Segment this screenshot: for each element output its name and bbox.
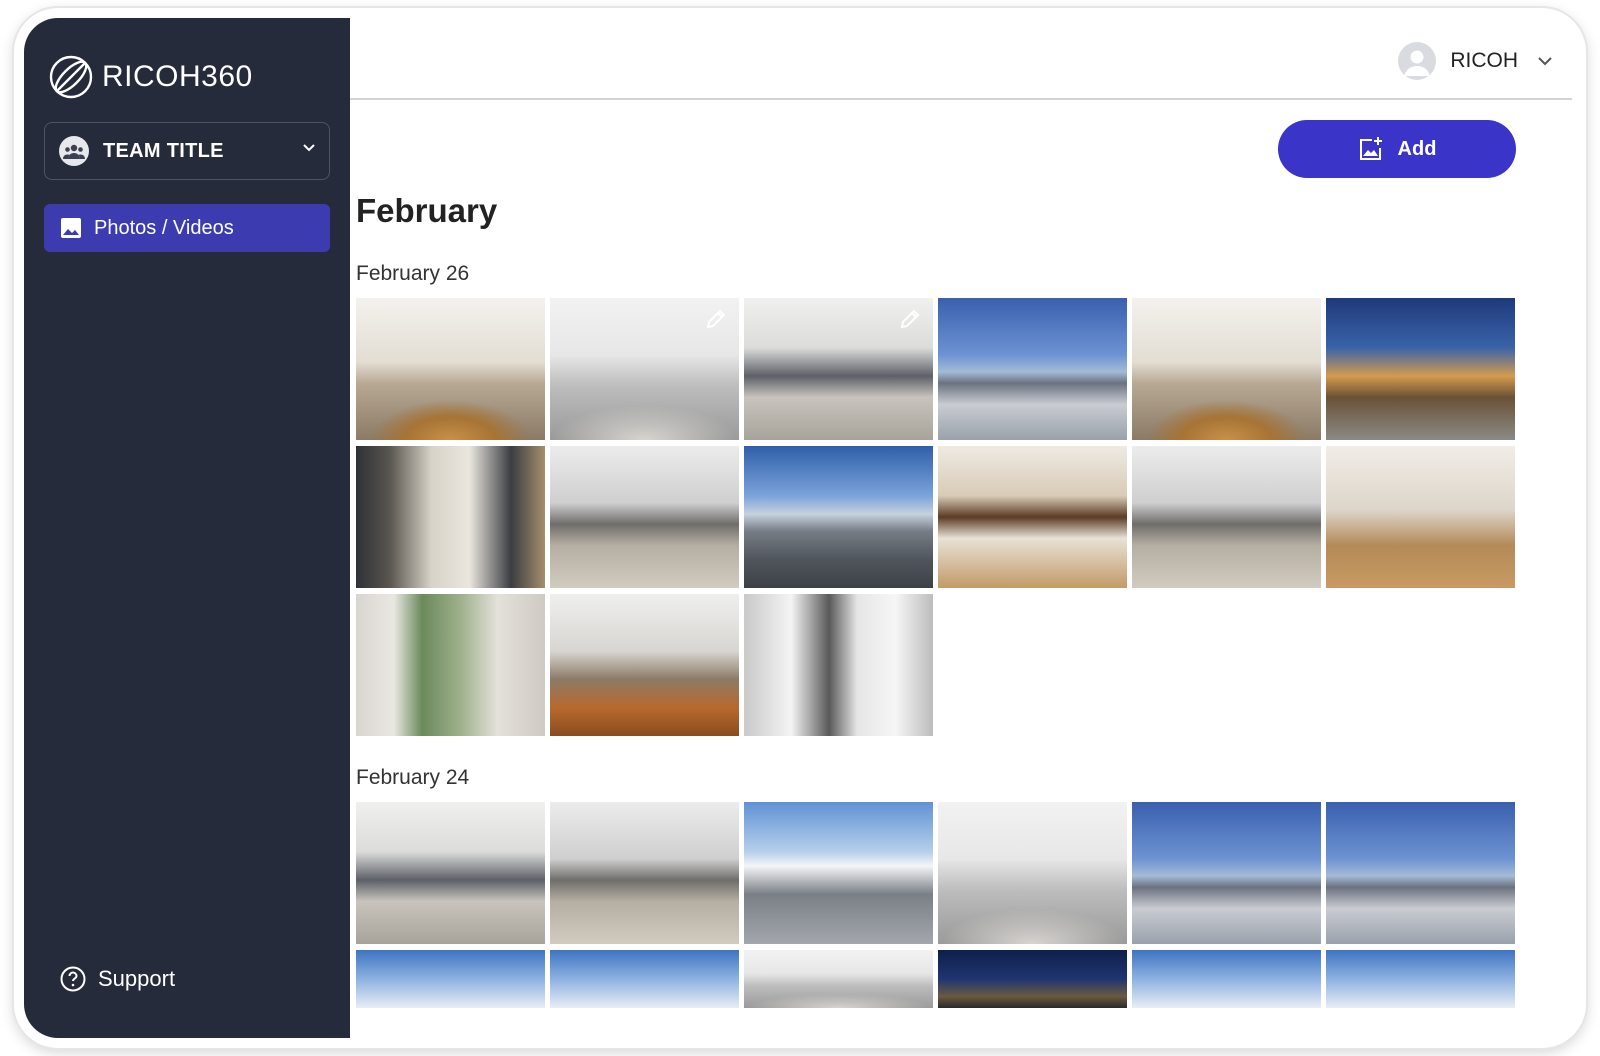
photo-thumbnail[interactable] (1326, 298, 1515, 440)
photo-thumbnail[interactable] (1132, 298, 1321, 440)
photo-thumbnail[interactable] (550, 802, 739, 944)
team-icon (59, 136, 89, 166)
user-name: RICOH (1450, 49, 1518, 72)
photo-thumbnail[interactable] (356, 298, 545, 440)
app-logo[interactable]: RICOH360 (48, 54, 253, 100)
photo-thumbnail[interactable] (550, 298, 739, 440)
pencil-icon[interactable] (705, 308, 727, 330)
team-selector[interactable]: TEAM TITLE (44, 122, 330, 180)
photo-thumbnail[interactable] (1132, 446, 1321, 588)
add-button[interactable]: Add (1278, 120, 1516, 178)
date-group-label: February 26 (356, 262, 470, 285)
add-label: Add (1397, 137, 1437, 160)
photo-thumbnail[interactable] (1326, 802, 1515, 944)
sidebar: RICOH360 TEAM TITLE Photos / Videos Supp… (24, 18, 350, 1038)
app-window: RICOH360 TEAM TITLE Photos / Videos Supp… (14, 8, 1586, 1048)
support-link[interactable]: Support (60, 966, 175, 992)
page-title: February (356, 192, 498, 229)
pencil-icon[interactable] (899, 308, 921, 330)
photo-thumbnail[interactable] (744, 446, 933, 588)
photo-thumbnail[interactable] (744, 594, 933, 736)
thumbnail-grid (356, 802, 1515, 1008)
photo-thumbnail[interactable] (550, 446, 739, 588)
chevron-down-icon (303, 144, 315, 152)
photo-thumbnail[interactable] (744, 298, 933, 440)
support-label: Support (98, 966, 176, 991)
photo-thumbnail[interactable] (938, 298, 1127, 440)
avatar (1398, 42, 1437, 80)
sidebar-item-photos-videos[interactable]: Photos / Videos (44, 204, 330, 252)
photo-thumbnail[interactable] (938, 950, 1127, 1008)
user-menu[interactable]: RICOH (1398, 42, 1552, 80)
photo-thumbnail[interactable] (1132, 802, 1321, 944)
photo-thumbnail[interactable] (356, 950, 545, 1008)
photo-thumbnail[interactable] (1326, 446, 1515, 588)
photo-thumbnail[interactable] (356, 446, 545, 588)
date-group-label: February 24 (356, 766, 470, 789)
help-icon (60, 966, 86, 992)
photo-thumbnail[interactable] (356, 802, 545, 944)
image-icon (61, 218, 81, 238)
photo-thumbnail[interactable] (550, 950, 739, 1008)
thumbnail-grid (356, 298, 1515, 736)
chevron-down-icon (1538, 56, 1552, 65)
photo-thumbnail[interactable] (1326, 950, 1515, 1008)
photo-thumbnail[interactable] (744, 802, 933, 944)
photo-thumbnail[interactable] (1132, 950, 1321, 1008)
photo-thumbnail[interactable] (356, 594, 545, 736)
ricoh360-logo-icon (49, 55, 93, 99)
photo-thumbnail[interactable] (938, 446, 1127, 588)
brand-name: RICOH360 (102, 60, 253, 93)
add-image-icon (1359, 137, 1382, 160)
photo-thumbnail[interactable] (744, 950, 933, 1008)
photo-thumbnail[interactable] (938, 802, 1127, 944)
photo-thumbnail[interactable] (550, 594, 739, 736)
top-bar: RICOH (350, 18, 1572, 100)
team-title: TEAM TITLE (103, 139, 224, 162)
sidebar-item-label: Photos / Videos (94, 216, 234, 239)
